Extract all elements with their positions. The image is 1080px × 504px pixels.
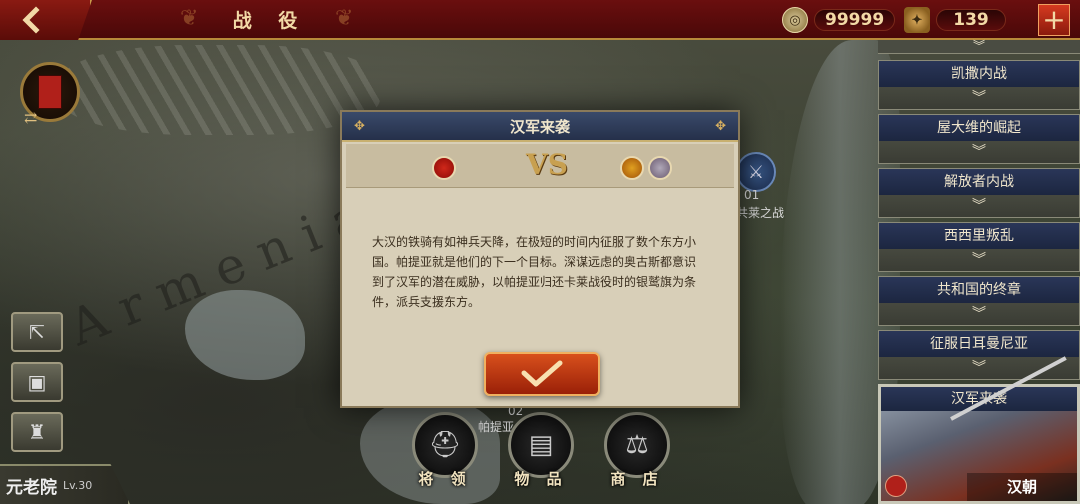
crossed-swords-icon: ⚔ xyxy=(747,161,765,183)
versus-label: VS xyxy=(526,148,568,181)
campaign-title: 共和国的终章 xyxy=(879,277,1079,303)
medal-icon: ✦ xyxy=(904,7,930,33)
generals-label: 将 领 xyxy=(418,470,472,488)
ornament-icon: ✥ xyxy=(715,119,726,134)
coin-value: 99999 xyxy=(814,9,896,31)
chevron-down-icon: ︾ xyxy=(972,90,986,106)
campaign-list[interactable]: ︾ 凯撒内战 ︾ 屋大维的崛起 ︾ 解放者内战 ︾ 西西里叛乱 ︾ 共和国的终章… xyxy=(878,40,1080,504)
campaign-item[interactable]: 凯撒内战 ︾ xyxy=(878,60,1080,110)
campaign-title: 解放者内战 xyxy=(879,169,1079,195)
chest-button[interactable]: ▣ xyxy=(11,362,63,402)
helmet-icon: ⛑ xyxy=(428,430,462,460)
add-resource-button[interactable]: + xyxy=(1038,4,1070,36)
parthia-emblem-icon xyxy=(620,156,644,180)
battle-marker-01[interactable]: ⚔ xyxy=(736,152,776,192)
trophy-icon: ♜ xyxy=(28,420,46,444)
plus-icon: + xyxy=(1042,3,1066,36)
campaign-title: 凯撒内战 xyxy=(879,61,1079,87)
senate-label: 元老院 xyxy=(6,477,57,498)
scales-icon: ⚖ xyxy=(625,430,649,460)
chevron-down-icon: ︾ xyxy=(972,306,986,322)
laurel-left-icon: ❦ xyxy=(180,6,199,31)
share-icon: ⇱ xyxy=(28,320,46,344)
rome-emblem-icon xyxy=(648,156,672,180)
banner-flag-icon xyxy=(38,75,62,109)
chevron-down-icon: ︾ xyxy=(972,252,986,268)
han-seal-icon xyxy=(885,475,907,497)
trophy-button[interactable]: ♜ xyxy=(11,412,63,452)
campaign-item[interactable]: 征服日耳曼尼亚 ︾ xyxy=(878,330,1080,380)
marker-number: 01 xyxy=(744,188,760,202)
chevron-down-icon: ︾ xyxy=(972,144,986,160)
medal-value: 139 xyxy=(936,9,1006,31)
top-bar: ❦ 战 役 ❦ ◎ 99999 ✦ 139 + xyxy=(0,0,1080,40)
dialog-header: ✥ 汉军来袭 ✥ xyxy=(342,112,738,142)
han-emblem-icon xyxy=(432,156,456,180)
campaign-item[interactable]: 共和国的终章 ︾ xyxy=(878,276,1080,326)
chevron-down-icon: ︾ xyxy=(878,40,1080,54)
confirm-button[interactable] xyxy=(484,352,600,396)
campaign-title: 屋大维的崛起 xyxy=(879,115,1079,141)
campaign-item-selected[interactable]: 汉军来袭 汉朝 xyxy=(878,356,1080,504)
faction-name: 汉朝 xyxy=(967,473,1077,501)
chevron-down-icon: ︾ xyxy=(972,198,986,214)
medal-counter: ✦ 139 xyxy=(904,6,1006,34)
versus-bar: VS xyxy=(346,144,734,188)
campaign-dialog: ✥ 汉军来袭 ✥ VS 大汉的铁骑有如神兵天降，在极短的时间内征服了数个东方小国… xyxy=(340,110,740,408)
campaign-item[interactable]: 屋大维的崛起 ︾ xyxy=(878,114,1080,164)
campaign-item[interactable]: 西西里叛乱 ︾ xyxy=(878,222,1080,272)
campaign-title: 西西里叛乱 xyxy=(879,223,1079,249)
mountain-range xyxy=(60,45,380,135)
checkmark-icon xyxy=(521,360,563,387)
shop-label: 商 店 xyxy=(610,470,664,488)
items-label: 物 品 xyxy=(514,470,568,488)
senate-level: Lv.30 xyxy=(63,478,93,492)
campaign-title: 征服日耳曼尼亚 xyxy=(879,331,1079,357)
share-button[interactable]: ⇱ xyxy=(11,312,63,352)
campaign-title: 汉军来袭 xyxy=(881,387,1077,411)
page-title: 战 役 xyxy=(232,10,308,32)
dialog-description: 大汉的铁骑有如神兵天降，在极短的时间内征服了数个东方小国。帕提亚就是他们的下一个… xyxy=(372,235,697,309)
back-arrow-icon xyxy=(22,6,40,34)
marker-label: 帕提亚 xyxy=(478,420,515,434)
senate-button[interactable]: 元老院 Lv.30 xyxy=(0,464,130,504)
swap-icon[interactable]: ⇄ xyxy=(24,108,37,127)
laurel-right-icon: ❦ xyxy=(335,6,354,31)
chest-icon: ▣ xyxy=(27,370,47,394)
coin-counter: ◎ 99999 xyxy=(782,6,896,34)
back-button[interactable] xyxy=(0,0,92,40)
marker-label: 共莱之战 xyxy=(736,206,785,220)
campaign-item[interactable]: 解放者内战 ︾ xyxy=(878,168,1080,218)
dialog-title: 汉军来袭 xyxy=(509,118,570,136)
coin-icon: ◎ xyxy=(782,7,808,33)
chest-icon: ▤ xyxy=(528,430,554,460)
